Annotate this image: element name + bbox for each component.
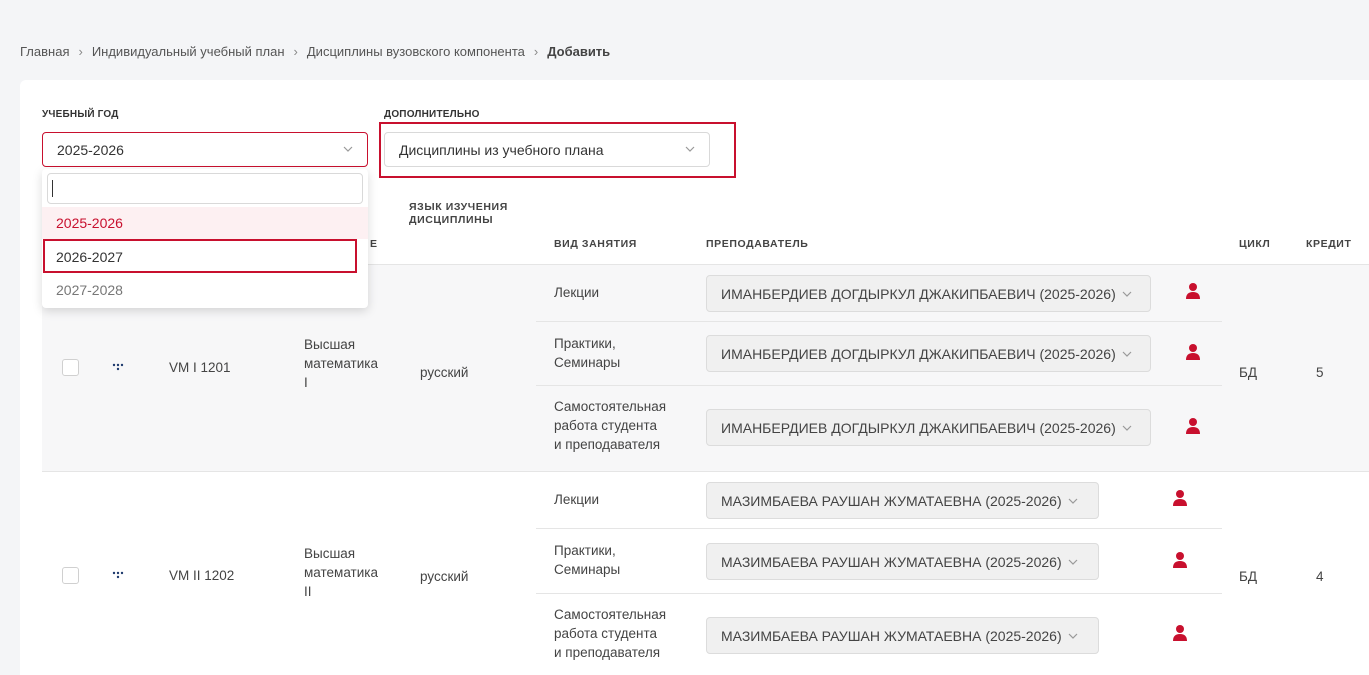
chevron-down-icon	[1122, 291, 1132, 297]
year-select[interactable]: 2025-2026	[42, 132, 368, 167]
text-caret	[52, 180, 53, 197]
header-cycle: ЦИКЛ	[1239, 238, 1271, 250]
breadcrumb: Главная › Индивидуальный учебный план › …	[20, 44, 610, 59]
breadcrumb-separator: ›	[533, 44, 539, 59]
discipline-code: VM II 1202	[169, 568, 235, 583]
year-select-value: 2025-2026	[57, 141, 124, 158]
header-language: ЯЗЫК ИЗУЧЕНИЯ ДИСЦИПЛИНЫ	[409, 201, 508, 226]
chevron-down-icon	[1068, 498, 1078, 504]
discipline-language: русский	[420, 569, 469, 584]
chevron-down-icon	[1068, 633, 1078, 639]
highlight-box	[43, 239, 357, 273]
breadcrumb-current: Добавить	[547, 44, 611, 59]
dropdown-option-2027-2028[interactable]: 2027-2028	[42, 274, 368, 306]
teacher-select[interactable]: МАЗИМБАЕВА РАУШАН ЖУМАТАЕВНА (2025-2026)	[706, 617, 1099, 654]
person-icon[interactable]	[1185, 417, 1201, 435]
lesson-type-line: Самостоятельная	[554, 399, 667, 414]
drag-dots-icon[interactable]	[112, 571, 126, 579]
lesson-type-line: Семинары	[554, 355, 621, 370]
dropdown-search-input[interactable]	[47, 173, 363, 204]
person-icon[interactable]	[1172, 624, 1188, 642]
discipline-name-line: Высшая	[304, 546, 356, 561]
teacher-select[interactable]: МАЗИМБАЕВА РАУШАН ЖУМАТАЕВНА (2025-2026)	[706, 482, 1099, 519]
row-checkbox[interactable]	[62, 567, 79, 584]
discipline-name-line: математика	[304, 565, 378, 580]
chevron-down-icon	[1122, 425, 1132, 431]
dropdown-option-2025-2026[interactable]: 2025-2026	[42, 207, 368, 239]
discipline-credits: 4	[1316, 569, 1324, 584]
discipline-cycle: БД	[1239, 569, 1258, 584]
header-partial: Е	[370, 238, 378, 250]
breadcrumb-disciplines[interactable]: Дисциплины вузовского компонента	[307, 44, 525, 59]
lesson-divider	[536, 528, 1222, 529]
discipline-name-line: I	[304, 375, 308, 390]
lesson-type-line: работа студента	[554, 418, 658, 433]
teacher-select-value: МАЗИМБАЕВА РАУШАН ЖУМАТАЕВНА (2025-2026)	[721, 492, 1062, 509]
header-teacher: ПРЕПОДАВАТЕЛЬ	[706, 238, 809, 250]
extra-label: ДОПОЛНИТЕЛЬНО	[384, 109, 480, 120]
highlight-box	[379, 122, 736, 178]
lesson-type-line: Практики,	[554, 336, 616, 351]
discipline-name-line: Высшая	[304, 337, 356, 352]
teacher-select-value: МАЗИМБАЕВА РАУШАН ЖУМАТАЕВНА (2025-2026)	[721, 553, 1062, 570]
lesson-type-line: Практики,	[554, 543, 616, 558]
person-icon[interactable]	[1172, 551, 1188, 569]
breadcrumb-study-plan[interactable]: Индивидуальный учебный план	[92, 44, 285, 59]
drag-dots-icon[interactable]	[112, 363, 126, 371]
chevron-down-icon	[1122, 351, 1132, 357]
lesson-type-line: и преподавателя	[554, 645, 661, 660]
person-icon[interactable]	[1185, 282, 1201, 300]
teacher-select[interactable]: ИМАНБЕРДИЕВ ДОГДЫРКУЛ ДЖАКИПБАЕВИЧ (2025…	[706, 409, 1151, 446]
breadcrumb-separator: ›	[78, 44, 83, 59]
discipline-name-line: II	[304, 584, 312, 599]
lesson-type-line: работа студента	[554, 626, 658, 641]
lesson-divider	[536, 385, 1222, 386]
lesson-type: Лекции	[554, 492, 600, 507]
discipline-credits: 5	[1316, 365, 1324, 380]
chevron-down-icon	[1068, 559, 1078, 565]
discipline-name-line: математика	[304, 356, 378, 371]
discipline-language: русский	[420, 365, 469, 380]
breadcrumb-home[interactable]: Главная	[20, 44, 69, 59]
lesson-type-line: и преподавателя	[554, 437, 661, 452]
teacher-select-value: ИМАНБЕРДИЕВ ДОГДЫРКУЛ ДЖАКИПБАЕВИЧ (2025…	[721, 285, 1116, 302]
teacher-select[interactable]: ИМАНБЕРДИЕВ ДОГДЫРКУЛ ДЖАКИПБАЕВИЧ (2025…	[706, 335, 1151, 372]
row-divider	[42, 471, 1369, 472]
teacher-select[interactable]: МАЗИМБАЕВА РАУШАН ЖУМАТАЕВНА (2025-2026)	[706, 543, 1099, 580]
discipline-cycle: БД	[1239, 365, 1258, 380]
teacher-select-value: ИМАНБЕРДИЕВ ДОГДЫРКУЛ ДЖАКИПБАЕВИЧ (2025…	[721, 419, 1116, 436]
person-icon[interactable]	[1172, 489, 1188, 507]
lesson-type: Лекции	[554, 285, 600, 300]
chevron-down-icon	[343, 146, 353, 152]
teacher-select-value: МАЗИМБАЕВА РАУШАН ЖУМАТАЕВНА (2025-2026)	[721, 627, 1062, 644]
lesson-type-line: Семинары	[554, 562, 621, 577]
year-label: УЧЕБНЫЙ ГОД	[42, 109, 119, 120]
breadcrumb-separator: ›	[293, 44, 298, 59]
teacher-select-value: ИМАНБЕРДИЕВ ДОГДЫРКУЛ ДЖАКИПБАЕВИЧ (2025…	[721, 345, 1116, 362]
row-checkbox[interactable]	[62, 359, 79, 376]
header-credits: КРЕДИТ	[1306, 238, 1352, 250]
person-icon[interactable]	[1185, 343, 1201, 361]
lesson-type-line: Самостоятельная	[554, 607, 667, 622]
teacher-select[interactable]: ИМАНБЕРДИЕВ ДОГДЫРКУЛ ДЖАКИПБАЕВИЧ (2025…	[706, 275, 1151, 312]
header-lesson-type: ВИД ЗАНЯТИЯ	[554, 238, 637, 250]
discipline-code: VM I 1201	[169, 360, 231, 375]
lesson-divider	[536, 321, 1222, 322]
lesson-divider	[536, 593, 1222, 594]
